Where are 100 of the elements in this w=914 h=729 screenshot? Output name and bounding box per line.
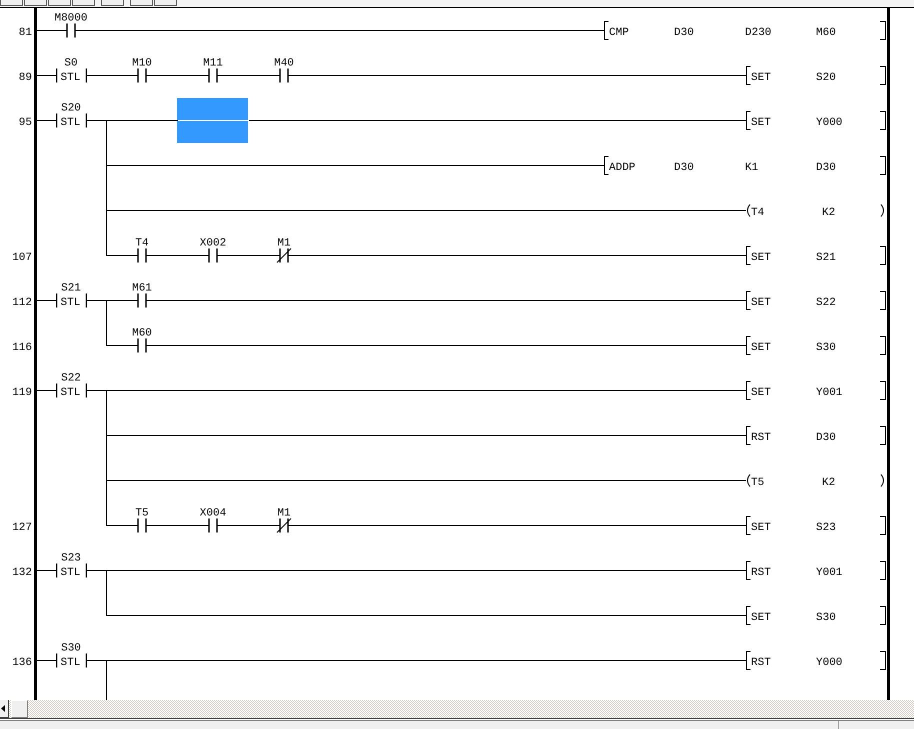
- step-number: 81: [18, 27, 32, 39]
- wire: [37, 570, 56, 571]
- instruction-name: SET: [751, 612, 771, 624]
- step-number: 89: [18, 72, 32, 84]
- bracket-open-icon: [746, 516, 751, 535]
- device-label: M10: [132, 58, 152, 70]
- device-label: S21: [61, 282, 81, 294]
- operand: Y001: [816, 567, 842, 579]
- instruction-name: RST: [751, 657, 771, 669]
- device-label: T4: [135, 238, 149, 250]
- operand: D30: [674, 27, 694, 39]
- operand: S21: [816, 252, 836, 264]
- bracket-close-icon: [880, 21, 886, 40]
- wire: [146, 75, 209, 76]
- device-label: M11: [203, 58, 223, 70]
- bracket-close-icon: [880, 336, 886, 355]
- step-number: 112: [12, 297, 32, 309]
- step-number: 119: [12, 387, 32, 399]
- instruction-name: SET: [751, 297, 771, 309]
- bracket-close-icon: [880, 246, 886, 265]
- operand: Y001: [816, 387, 842, 399]
- parenthesis-open-icon: [747, 204, 750, 217]
- bracket-close-icon: [880, 66, 886, 85]
- stl-contact: STL: [56, 114, 87, 129]
- operand: M60: [816, 27, 836, 39]
- bracket-close-icon: [880, 426, 886, 445]
- operand: S23: [816, 522, 836, 534]
- bracket-open-icon: [746, 246, 751, 265]
- device-label: M60: [132, 328, 152, 340]
- operand: S30: [816, 342, 836, 354]
- device-label: X002: [200, 238, 226, 250]
- bracket-close-icon: [880, 291, 886, 310]
- bracket-close-icon: [880, 381, 886, 400]
- parenthesis-close-icon: [880, 204, 884, 217]
- wire: [106, 255, 138, 256]
- step-number: 132: [12, 567, 32, 579]
- step-number: 136: [12, 657, 32, 669]
- bracket-open-icon: [604, 156, 609, 175]
- operand: Y000: [816, 117, 842, 129]
- instruction-name: SET: [751, 117, 771, 129]
- toolbar-button[interactable]: [0, 0, 23, 6]
- coil-device: T5: [751, 477, 764, 489]
- operand: D30: [816, 432, 836, 444]
- scroll-left-button[interactable]: [0, 700, 9, 718]
- operand: Y000: [816, 657, 842, 669]
- toolbar-button[interactable]: [154, 0, 177, 6]
- toolbar-button[interactable]: [130, 0, 153, 6]
- toolbar-button[interactable]: [24, 0, 47, 6]
- branch-wire: [106, 570, 107, 616]
- toolbar-button[interactable]: [101, 0, 124, 6]
- operand: D30: [816, 162, 836, 174]
- step-number: 95: [18, 117, 32, 129]
- parenthesis-close-icon: [880, 474, 884, 487]
- toolbar-button[interactable]: [48, 0, 71, 6]
- bracket-close-icon: [880, 606, 886, 625]
- operand: K2: [822, 207, 836, 219]
- device-label: S22: [61, 372, 81, 384]
- toolbar-button[interactable]: [72, 0, 95, 6]
- operand: S22: [816, 297, 836, 309]
- instruction-name: SET: [751, 72, 771, 84]
- instruction-name: CMP: [609, 27, 629, 39]
- stl-contact: STL: [56, 564, 87, 579]
- bracket-open-icon: [746, 651, 751, 670]
- bracket-close-icon: [880, 516, 886, 535]
- wire: [106, 525, 138, 526]
- device-label: M8000: [54, 12, 88, 24]
- instruction-name: SET: [751, 522, 771, 534]
- bracket-open-icon: [746, 336, 751, 355]
- wire: [37, 75, 56, 76]
- bracket-open-icon: [746, 426, 751, 445]
- wire: [87, 75, 138, 76]
- instruction-name: RST: [751, 432, 771, 444]
- device-label: S0: [64, 58, 78, 70]
- wire: [217, 525, 280, 526]
- instruction-name: RST: [751, 567, 771, 579]
- scroll-thumb[interactable]: [11, 700, 28, 718]
- bracket-open-icon: [746, 561, 751, 580]
- coil-device: T4: [751, 207, 764, 219]
- step-number: 107: [12, 252, 32, 264]
- operand: K1: [745, 162, 758, 174]
- bracket-open-icon: [746, 291, 751, 310]
- stl-contact: STL: [56, 654, 87, 669]
- stl-contact: STL: [56, 384, 87, 399]
- wire: [37, 660, 56, 661]
- operand: S20: [816, 72, 836, 84]
- bracket-open-icon: [746, 606, 751, 625]
- instruction-name: SET: [751, 252, 771, 264]
- wire: [37, 30, 67, 31]
- arrow-left-icon: [1, 705, 5, 712]
- device-label: S20: [61, 102, 81, 114]
- stl-contact: STL: [56, 294, 87, 309]
- device-label: S23: [61, 552, 81, 564]
- wire: [106, 345, 138, 346]
- branch-wire: [106, 300, 107, 346]
- device-label: X004: [200, 508, 226, 520]
- wire: [37, 390, 56, 391]
- step-number: 116: [12, 342, 32, 354]
- operand: D230: [745, 27, 772, 39]
- bracket-open-icon: [746, 66, 751, 85]
- bracket-close-icon: [880, 561, 886, 580]
